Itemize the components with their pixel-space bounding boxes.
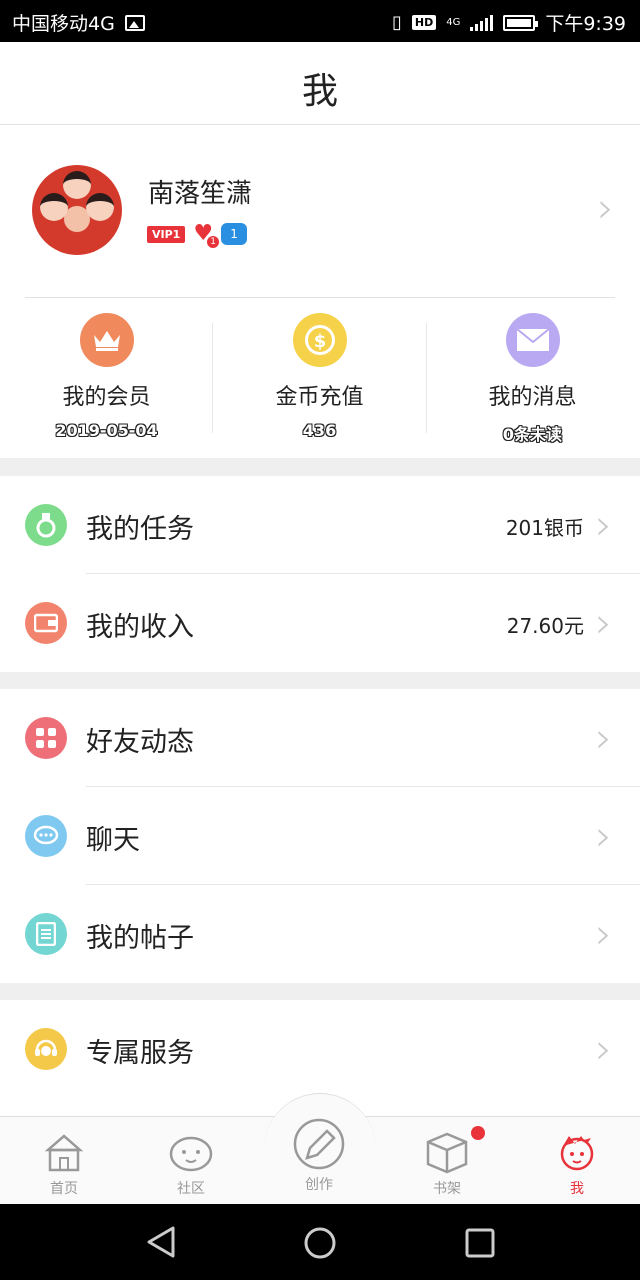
my-posts-row[interactable]: 我的帖子 › bbox=[0, 885, 640, 983]
system-nav-bar bbox=[0, 1204, 640, 1280]
image-notification-icon bbox=[124, 14, 145, 31]
chevron-right-icon: › bbox=[595, 598, 612, 647]
row-value: 27.60元 bbox=[506, 614, 584, 638]
list-group-tasks: 我的任务 201银币 › 我的收入 27.60元 › bbox=[0, 476, 640, 672]
notification-dot bbox=[471, 1126, 485, 1140]
stat-label: 我的消息 bbox=[488, 385, 577, 410]
exclusive-service-row[interactable]: 专属服务 › bbox=[0, 1000, 640, 1098]
vip-badge: VIP1 bbox=[147, 225, 186, 243]
recents-square-icon[interactable] bbox=[465, 1228, 495, 1258]
page-title: 我 bbox=[301, 71, 338, 112]
row-value: 201银币 bbox=[505, 516, 584, 540]
tab-create[interactable]: 创作 bbox=[284, 1118, 354, 1194]
chevron-right-icon[interactable]: › bbox=[597, 187, 614, 229]
clock-label: 下午9:39 bbox=[545, 13, 626, 35]
task-medal-icon bbox=[25, 504, 67, 546]
stat-value: 0条未读 bbox=[502, 425, 563, 444]
profile-card: 南落笙潇 VIP1 ♥ 1 1 › 我的会员 2019-05-04 $ 金币充值 … bbox=[0, 125, 640, 458]
recharge-item[interactable]: $ 金币充值 436 bbox=[213, 313, 426, 440]
coin-icon: $ bbox=[292, 313, 347, 367]
chevron-right-icon: › bbox=[595, 500, 612, 549]
envelope-icon bbox=[505, 313, 560, 367]
chevron-right-icon: › bbox=[595, 909, 612, 958]
tab-label: 我 bbox=[570, 1181, 584, 1197]
tab-label: 社区 bbox=[177, 1181, 205, 1197]
stat-label: 金币充值 bbox=[275, 385, 364, 410]
row-label: 聊天 bbox=[86, 825, 140, 856]
row-label: 我的任务 bbox=[86, 514, 194, 545]
membership-item[interactable]: 我的会员 2019-05-04 bbox=[0, 313, 213, 440]
document-icon bbox=[25, 913, 67, 955]
headset-icon bbox=[25, 1028, 67, 1070]
chat-row[interactable]: 聊天 › bbox=[0, 787, 640, 885]
wallet-icon bbox=[25, 602, 67, 644]
my-tasks-row[interactable]: 我的任务 201银币 › bbox=[0, 476, 640, 574]
row-label: 专属服务 bbox=[86, 1038, 194, 1069]
svg-text:$: $ bbox=[313, 331, 326, 352]
vibrate-icon: ▯ bbox=[391, 12, 402, 33]
tab-community[interactable]: 社区 bbox=[156, 1130, 226, 1198]
carrier-label: 中国移动4G bbox=[12, 13, 115, 35]
tab-me[interactable]: 我 bbox=[542, 1130, 612, 1198]
back-triangle-icon[interactable] bbox=[146, 1226, 176, 1258]
tab-home[interactable]: 首页 bbox=[29, 1130, 99, 1198]
heart-badge-icon: ♥ 1 bbox=[193, 223, 220, 248]
me-avatar-icon bbox=[560, 1136, 594, 1171]
chat-bubble-icon bbox=[25, 815, 67, 857]
signal-icon bbox=[470, 14, 494, 31]
list-group-social: 好友动态 › 聊天 › 我的帖子 › bbox=[0, 689, 640, 983]
blue-badge-icon: 1 bbox=[221, 223, 248, 245]
heart-badge-level: 1 bbox=[207, 236, 220, 248]
avatar[interactable] bbox=[32, 165, 122, 255]
status-bar: 中国移动4G ▯ HD 4G 下午9:39 bbox=[0, 0, 640, 42]
chevron-right-icon: › bbox=[595, 1024, 612, 1073]
tab-bookshelf[interactable]: 书架 bbox=[412, 1130, 482, 1198]
tab-label: 创作 bbox=[305, 1177, 333, 1193]
tab-label: 书架 bbox=[433, 1181, 461, 1197]
page-header: 我 bbox=[0, 42, 640, 125]
row-label: 我的收入 bbox=[86, 612, 194, 643]
my-income-row[interactable]: 我的收入 27.60元 › bbox=[0, 574, 640, 672]
tab-label: 首页 bbox=[50, 1181, 78, 1197]
stat-label: 我的会员 bbox=[62, 385, 151, 410]
network-label: 4G bbox=[446, 17, 461, 28]
username[interactable]: 南落笙潇 bbox=[148, 173, 252, 210]
divider bbox=[25, 297, 615, 298]
home-circle-icon[interactable] bbox=[303, 1226, 337, 1260]
chevron-right-icon: › bbox=[595, 811, 612, 860]
stat-value: 2019-05-04 bbox=[55, 421, 158, 440]
grid-icon bbox=[25, 717, 67, 759]
stat-value: 436 bbox=[302, 421, 337, 440]
blue-badge-text: 1 bbox=[230, 227, 238, 241]
pencil-create-icon bbox=[293, 1118, 345, 1170]
battery-icon bbox=[503, 14, 539, 31]
crown-icon bbox=[79, 313, 134, 367]
chevron-right-icon: › bbox=[595, 713, 612, 762]
hd-icon: HD bbox=[411, 15, 437, 30]
messages-item[interactable]: 我的消息 0条未读 bbox=[426, 313, 639, 445]
row-label: 我的帖子 bbox=[86, 923, 194, 954]
row-label: 好友动态 bbox=[86, 727, 194, 758]
friends-feed-row[interactable]: 好友动态 › bbox=[0, 689, 640, 787]
community-face-icon bbox=[169, 1136, 213, 1172]
badge-list: VIP1 ♥ 1 1 bbox=[147, 223, 248, 248]
home-tent-icon bbox=[44, 1134, 84, 1172]
bookshelf-box-icon bbox=[426, 1132, 468, 1174]
